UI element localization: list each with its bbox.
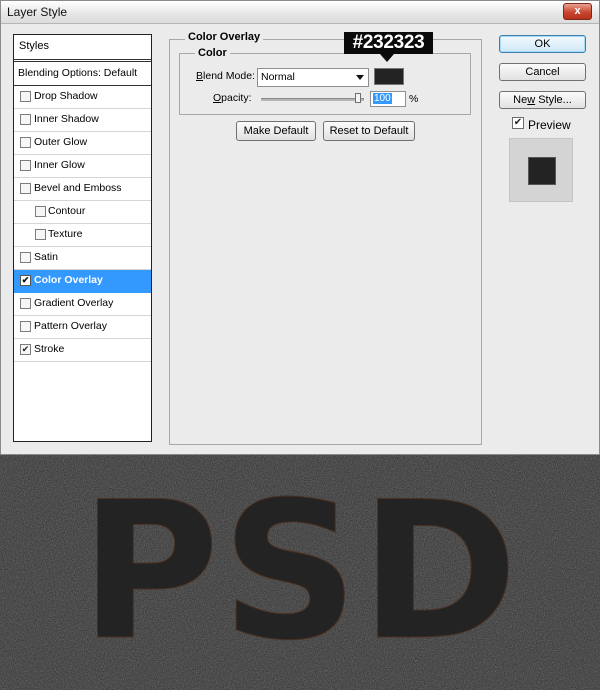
window-title: Layer Style bbox=[7, 5, 68, 19]
reset-to-default-button[interactable]: Reset to Default bbox=[323, 121, 415, 141]
ok-button[interactable]: OK bbox=[499, 35, 586, 53]
style-item-satin[interactable]: Satin bbox=[14, 247, 151, 270]
styles-header[interactable]: Styles bbox=[14, 35, 151, 60]
style-item-gradient-overlay[interactable]: Gradient Overlay bbox=[14, 293, 151, 316]
close-icon: x bbox=[574, 5, 581, 17]
color-group-title: Color bbox=[195, 47, 230, 59]
style-item-label: Texture bbox=[48, 228, 83, 240]
style-items: Drop Shadow Inner Shadow Outer Glow Inner G… bbox=[14, 86, 151, 362]
style-item-outer-glow[interactable]: Outer Glow bbox=[14, 132, 151, 155]
blend-mode-select[interactable]: Normal bbox=[257, 68, 369, 87]
opacity-slider-thumb[interactable] bbox=[355, 93, 361, 103]
style-item-label: Gradient Overlay bbox=[34, 297, 114, 309]
opacity-slider-track[interactable] bbox=[261, 98, 364, 101]
style-item-drop-shadow[interactable]: Drop Shadow bbox=[14, 86, 151, 109]
style-item-texture[interactable]: Texture bbox=[14, 224, 151, 247]
style-item-label: Inner Glow bbox=[34, 159, 85, 171]
layer-style-dialog: Layer Style x Styles Blending Options: D… bbox=[0, 0, 600, 455]
style-preview bbox=[509, 138, 573, 202]
checkbox[interactable] bbox=[20, 114, 31, 125]
cancel-button[interactable]: Cancel bbox=[499, 63, 586, 81]
style-item-inner-glow[interactable]: Inner Glow bbox=[14, 155, 151, 178]
title-bar[interactable]: Layer Style x bbox=[1, 1, 599, 24]
checkbox[interactable] bbox=[20, 160, 31, 171]
callout-pointer-icon bbox=[380, 54, 394, 62]
document-canvas: PSD bbox=[0, 455, 600, 690]
style-item-label: Inner Shadow bbox=[34, 113, 99, 125]
style-item-label: Color Overlay bbox=[34, 274, 103, 286]
opacity-label-rest: pacity: bbox=[221, 92, 252, 104]
checkbox[interactable] bbox=[35, 229, 46, 240]
blend-mode-label: Blend Mode: bbox=[196, 70, 255, 82]
style-item-color-overlay[interactable]: ✔ Color Overlay bbox=[14, 270, 151, 293]
style-item-bevel-and-emboss[interactable]: Bevel and Emboss bbox=[14, 178, 151, 201]
opacity-input[interactable]: 100 bbox=[370, 91, 406, 107]
blend-mode-value: Normal bbox=[261, 71, 295, 83]
preview-swatch bbox=[528, 157, 556, 185]
opacity-value: 100 bbox=[373, 93, 392, 104]
checkbox[interactable] bbox=[20, 91, 31, 102]
style-item-label: Pattern Overlay bbox=[34, 320, 107, 332]
close-button[interactable]: x bbox=[563, 3, 592, 20]
new-style-label: New Style... bbox=[513, 94, 572, 106]
checkbox[interactable] bbox=[20, 298, 31, 309]
style-item-contour[interactable]: Contour bbox=[14, 201, 151, 224]
style-item-label: Stroke bbox=[34, 343, 65, 355]
blend-mode-label-rest: lend Mode: bbox=[203, 70, 255, 82]
color-swatch[interactable] bbox=[374, 68, 404, 85]
checkbox[interactable] bbox=[20, 321, 31, 332]
checkbox[interactable]: ✔ bbox=[20, 344, 31, 355]
check-icon: ✔ bbox=[513, 117, 523, 128]
checkbox[interactable] bbox=[20, 183, 31, 194]
style-item-label: Contour bbox=[48, 205, 86, 217]
checkbox[interactable] bbox=[20, 137, 31, 148]
styles-list: Styles Blending Options: Default Drop Sh… bbox=[13, 34, 152, 442]
preview-checkbox[interactable]: ✔ bbox=[512, 117, 524, 129]
style-item-label: Bevel and Emboss bbox=[34, 182, 122, 194]
hex-callout: #232323 bbox=[344, 32, 433, 54]
style-item-label: Satin bbox=[34, 251, 58, 263]
canvas-artwork: PSD bbox=[0, 455, 600, 690]
psd-text-layer: PSD bbox=[80, 461, 520, 682]
checkbox[interactable]: ✔ bbox=[20, 275, 31, 286]
style-item-label: Outer Glow bbox=[34, 136, 88, 148]
checkbox[interactable] bbox=[20, 252, 31, 263]
dropdown-arrow-icon bbox=[356, 75, 364, 80]
section-title: Color Overlay bbox=[185, 31, 264, 43]
style-item-pattern-overlay[interactable]: Pattern Overlay bbox=[14, 316, 151, 339]
checkbox[interactable] bbox=[35, 206, 46, 217]
style-item-label: Drop Shadow bbox=[34, 90, 98, 102]
style-item-stroke[interactable]: ✔ Stroke bbox=[14, 339, 151, 362]
make-default-button[interactable]: Make Default bbox=[236, 121, 316, 141]
opacity-label: Opacity: bbox=[213, 92, 252, 104]
blending-options-item[interactable]: Blending Options: Default bbox=[14, 61, 151, 86]
new-style-button[interactable]: New Style... bbox=[499, 91, 586, 109]
opacity-unit: % bbox=[409, 93, 419, 105]
style-item-inner-shadow[interactable]: Inner Shadow bbox=[14, 109, 151, 132]
preview-label: Preview bbox=[528, 118, 571, 132]
